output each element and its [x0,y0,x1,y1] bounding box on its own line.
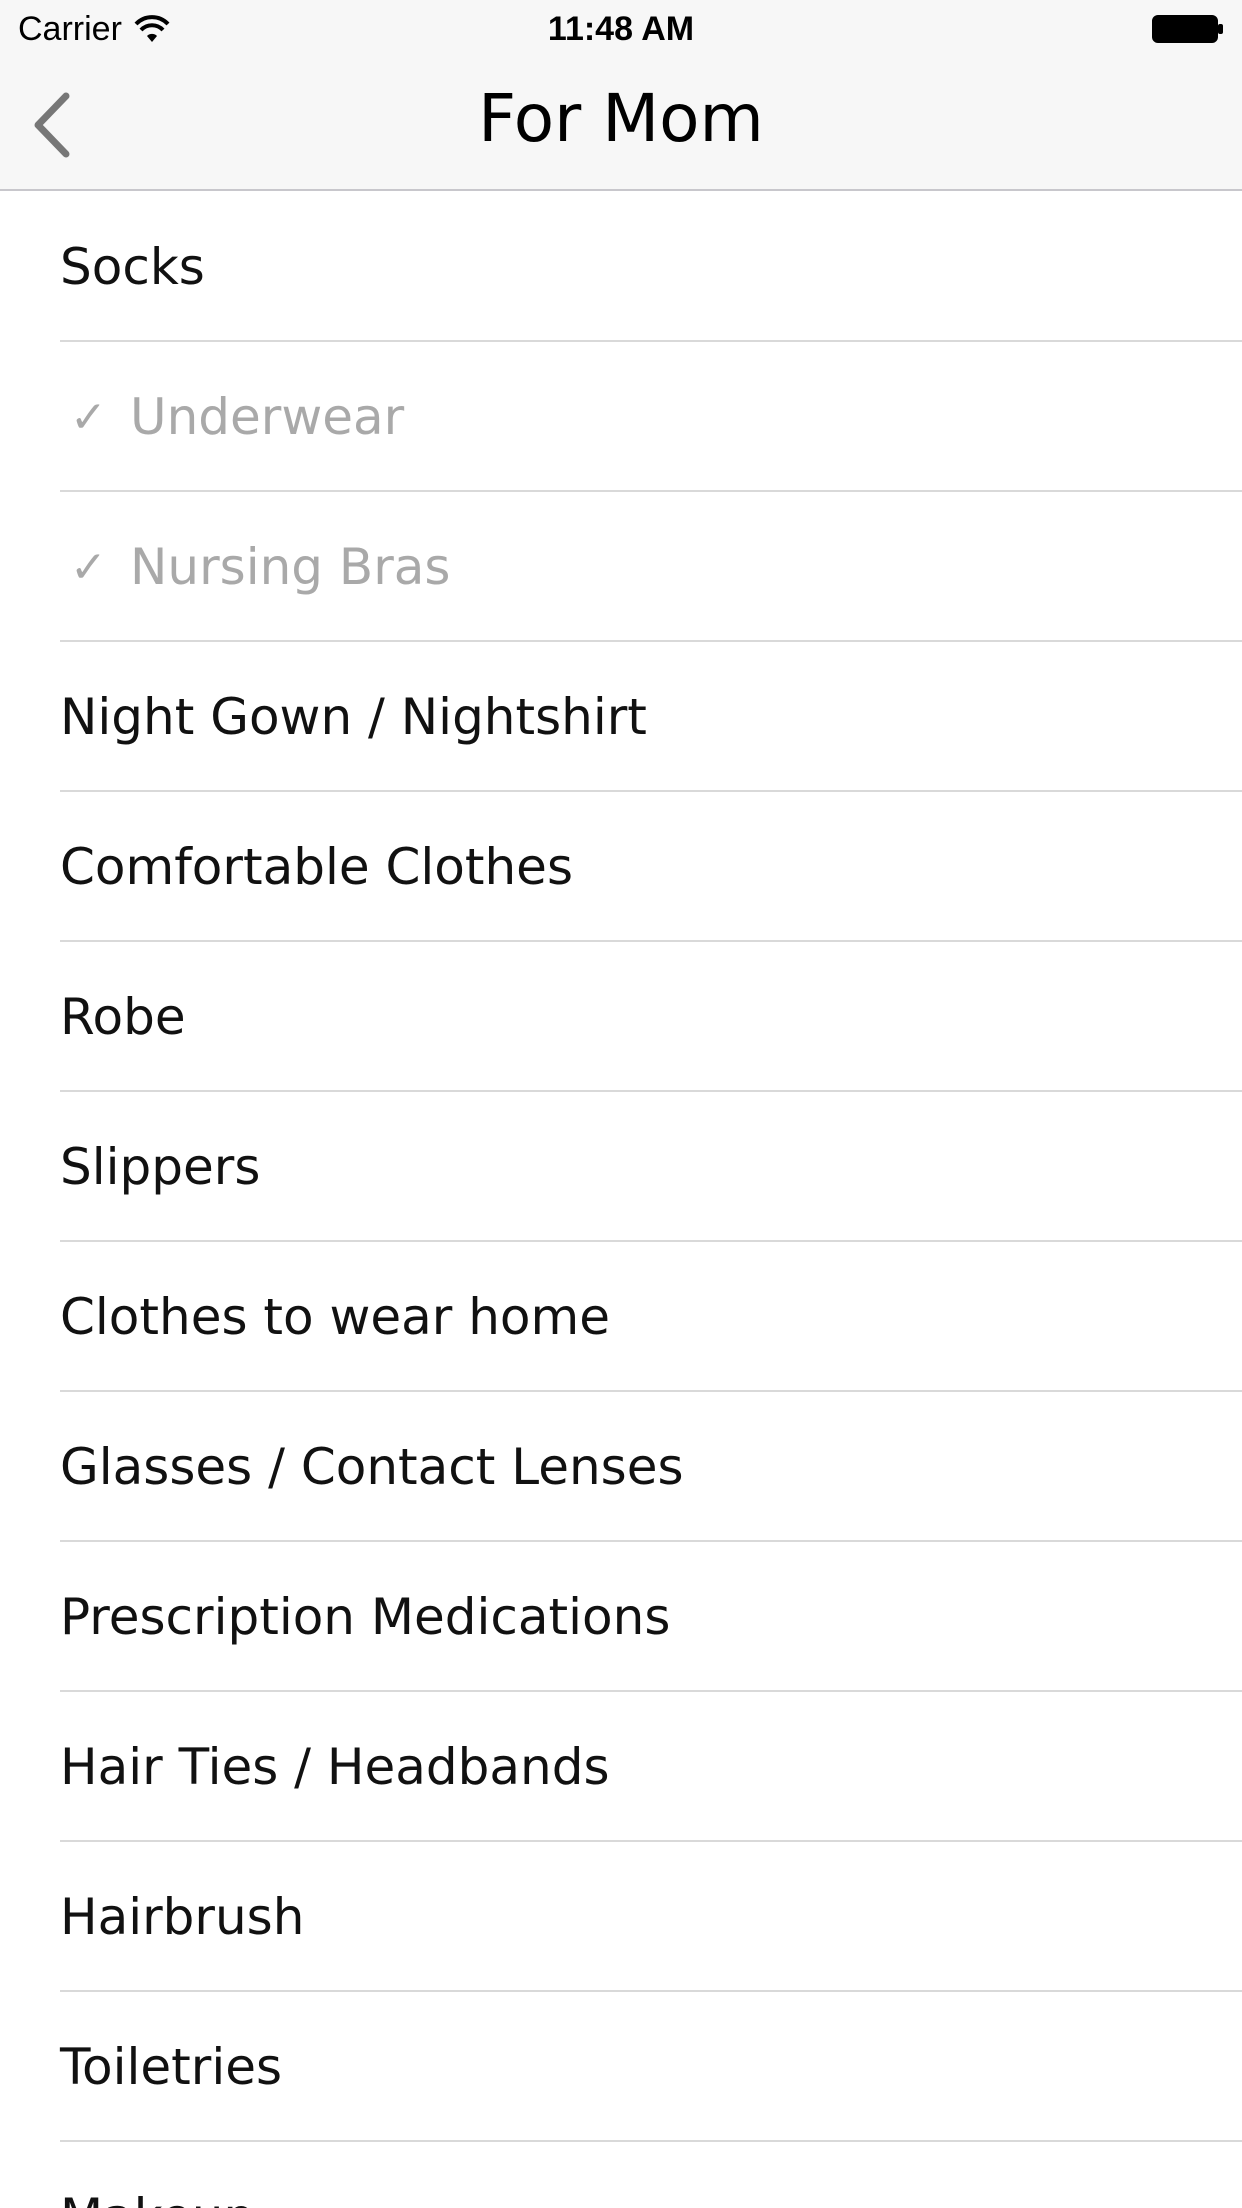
nav-bar: For Mom [0,60,1242,190]
list-item-label: Prescription Medications [60,1588,671,1646]
checkmark-icon: ✓ [70,541,107,593]
page-title: For Mom [478,80,764,157]
list-item-label: Nursing Bras [130,538,451,596]
status-time: 11:48 AM [547,10,695,48]
list-item-label: Slippers [60,1138,261,1196]
list-item[interactable]: ✓ Socks [0,192,1242,342]
status-bar: Carrier 11:48 AM [0,0,1242,60]
list-item-label: Night Gown / Nightshirt [60,688,647,746]
chevron-left-icon [34,92,70,158]
checklist: ✓ Socks ✓ Underwear ✓ Nursing Bras ✓ Nig… [0,192,1242,2208]
list-item[interactable]: ✓ Prescription Medications [0,1542,1242,1692]
list-item[interactable]: ✓ Night Gown / Nightshirt [0,642,1242,792]
list-item-label: Underwear [130,388,405,446]
list-item-label: Makeup [60,2188,255,2208]
list-item[interactable]: ✓ Clothes to wear home [0,1242,1242,1392]
battery-icon [1152,15,1223,43]
checkmark-icon: ✓ [70,391,107,443]
back-button[interactable] [20,90,90,160]
list-item-label: Robe [60,988,186,1046]
list-item[interactable]: ✓ Hairbrush [0,1842,1242,1992]
list-item-label: Socks [60,238,205,296]
list-item[interactable]: ✓ Robe [0,942,1242,1092]
list-item[interactable]: ✓ Hair Ties / Headbands [0,1692,1242,1842]
list-item[interactable]: ✓ Toiletries [0,1992,1242,2142]
list-item[interactable]: ✓ Makeup [0,2142,1242,2208]
list-item-label: Hair Ties / Headbands [60,1738,610,1796]
list-item-label: Glasses / Contact Lenses [60,1438,684,1496]
list-item[interactable]: ✓ Glasses / Contact Lenses [0,1392,1242,1542]
list-item-label: Toiletries [60,2038,283,2096]
list-item-label: Hairbrush [60,1888,305,1946]
list-item[interactable]: ✓ Nursing Bras [0,492,1242,642]
list-item-label: Clothes to wear home [60,1288,610,1346]
screen: Carrier 11:48 AM For Mom Socks ✓ Underwe… [0,0,1242,2208]
list-item[interactable]: ✓ Slippers [0,1092,1242,1242]
list-item-label: Comfortable Clothes [60,838,573,896]
list-item[interactable]: ✓ Comfortable Clothes [0,792,1242,942]
top-bar: Carrier 11:48 AM For Mom [0,0,1242,191]
list-item[interactable]: ✓ Underwear [0,342,1242,492]
